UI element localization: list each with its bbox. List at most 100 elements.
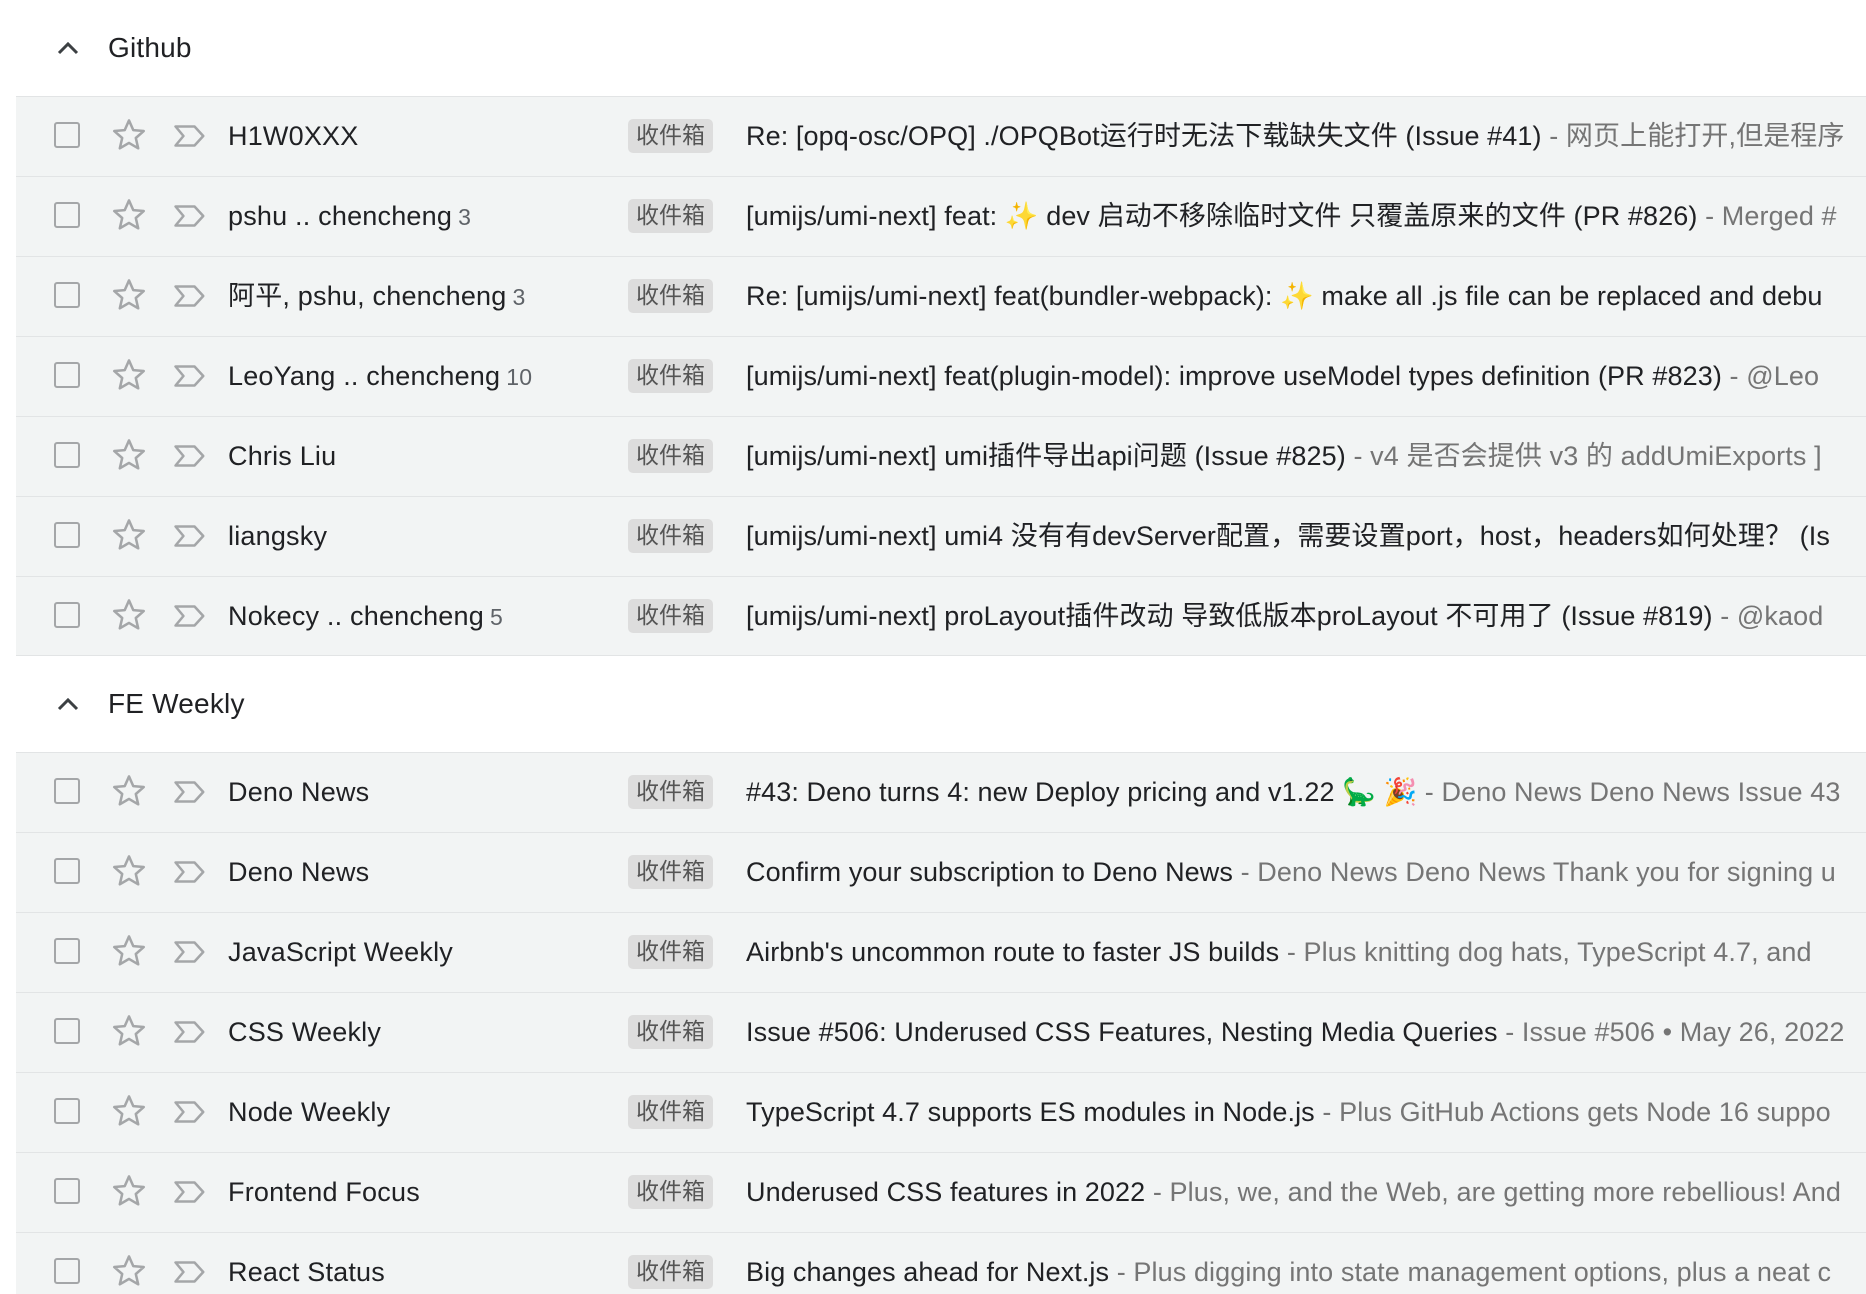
sender-name: JavaScript Weekly <box>228 913 453 991</box>
checkbox-icon[interactable] <box>54 602 80 628</box>
mail-row[interactable]: LeoYang .. chencheng 10 收件箱 [umijs/umi-ne… <box>16 336 1866 416</box>
important-marker-icon[interactable] <box>170 773 208 811</box>
checkbox-icon[interactable] <box>54 122 80 148</box>
checkbox-icon[interactable] <box>54 778 80 804</box>
mail-row[interactable]: liangsky 收件箱 [umijs/umi-next] umi4 没有有de… <box>16 496 1866 576</box>
sender-text: Deno News <box>228 777 370 807</box>
section-header: Github <box>0 0 1866 96</box>
mail-row[interactable]: Nokecy .. chencheng 5 收件箱 [umijs/umi-next… <box>16 576 1866 656</box>
snippet-text: - Deno News Deno News Issue 43 <box>1417 777 1841 807</box>
important-marker-icon[interactable] <box>170 933 208 971</box>
checkbox-icon[interactable] <box>54 362 80 388</box>
checkbox-icon[interactable] <box>54 1258 80 1284</box>
star-outline-icon[interactable] <box>110 1172 148 1210</box>
inbox-label-badge[interactable]: 收件箱 <box>628 599 713 633</box>
snippet-text: - Merged # <box>1697 201 1837 231</box>
mail-row[interactable]: JavaScript Weekly 收件箱 Airbnb's uncommon … <box>16 912 1866 992</box>
subject-text: Issue #506: Underused CSS Features, Nest… <box>746 1017 1498 1047</box>
important-marker-icon[interactable] <box>170 117 208 155</box>
checkbox-icon[interactable] <box>54 1178 80 1204</box>
important-marker-icon[interactable] <box>170 1253 208 1291</box>
star-outline-icon[interactable] <box>110 516 148 554</box>
collapse-section-button[interactable] <box>48 684 88 724</box>
inbox-label-badge[interactable]: 收件箱 <box>628 855 713 889</box>
inbox-label-badge[interactable]: 收件箱 <box>628 199 713 233</box>
checkbox-icon[interactable] <box>54 1018 80 1044</box>
inbox-label-badge[interactable]: 收件箱 <box>628 1175 713 1209</box>
snippet-text: - Plus GitHub Actions gets Node 16 suppo <box>1314 1097 1831 1127</box>
star-outline-icon[interactable] <box>110 1252 148 1290</box>
star-outline-icon[interactable] <box>110 436 148 474</box>
thread-count: 3 <box>512 284 526 310</box>
mail-row[interactable]: H1W0XXX 收件箱 Re: [opq-osc/OPQ] ./OPQBot运行… <box>16 96 1866 176</box>
checkbox-icon[interactable] <box>54 938 80 964</box>
sender-text: CSS Weekly <box>228 1017 382 1047</box>
subject-text: Underused CSS features in 2022 <box>746 1177 1146 1207</box>
star-outline-icon[interactable] <box>110 1012 148 1050</box>
important-marker-icon[interactable] <box>170 357 208 395</box>
subject-line: Re: [umijs/umi-next] feat(bundler-webpac… <box>746 257 1822 335</box>
checkbox-icon[interactable] <box>54 442 80 468</box>
subject-line: [umijs/umi-next] feat(plugin-model): imp… <box>746 337 1819 415</box>
subject-line: Confirm your subscription to Deno News -… <box>746 833 1836 911</box>
star-outline-icon[interactable] <box>110 932 148 970</box>
star-outline-icon[interactable] <box>110 596 148 634</box>
mail-row[interactable]: Deno News 收件箱 #43: Deno turns 4: new Dep… <box>16 752 1866 832</box>
mail-row[interactable]: Deno News 收件箱 Confirm your subscription … <box>16 832 1866 912</box>
subject-line: [umijs/umi-next] feat: ✨ dev 启动不移除临时文件 只… <box>746 177 1837 255</box>
star-outline-icon[interactable] <box>110 772 148 810</box>
section-rows: Deno News 收件箱 #43: Deno turns 4: new Dep… <box>0 752 1866 1294</box>
star-outline-icon[interactable] <box>110 852 148 890</box>
checkbox-icon[interactable] <box>54 522 80 548</box>
mail-row[interactable]: Frontend Focus 收件箱 Underused CSS feature… <box>16 1152 1866 1232</box>
chevron-up-icon <box>56 36 80 60</box>
important-marker-icon[interactable] <box>170 853 208 891</box>
mail-row[interactable]: Chris Liu 收件箱 [umijs/umi-next] umi插件导出ap… <box>16 416 1866 496</box>
checkbox-icon[interactable] <box>54 858 80 884</box>
inbox-label-badge[interactable]: 收件箱 <box>628 119 713 153</box>
inbox-label-badge[interactable]: 收件箱 <box>628 279 713 313</box>
sender-name: Frontend Focus <box>228 1153 420 1231</box>
inbox-label-badge[interactable]: 收件箱 <box>628 1015 713 1049</box>
subject-line: Airbnb's uncommon route to faster JS bui… <box>746 913 1812 991</box>
mail-row[interactable]: 阿平, pshu, chencheng 3 收件箱 Re: [umijs/umi-… <box>16 256 1866 336</box>
thread-count: 5 <box>489 604 503 630</box>
star-outline-icon[interactable] <box>110 276 148 314</box>
important-marker-icon[interactable] <box>170 1013 208 1051</box>
important-marker-icon[interactable] <box>170 437 208 475</box>
collapse-section-button[interactable] <box>48 28 88 68</box>
important-marker-icon[interactable] <box>170 517 208 555</box>
checkbox-icon[interactable] <box>54 1098 80 1124</box>
important-marker-icon[interactable] <box>170 1093 208 1131</box>
inbox-label-badge[interactable]: 收件箱 <box>628 359 713 393</box>
section-title[interactable]: FE Weekly <box>108 688 245 720</box>
sender-text: Deno News <box>228 857 370 887</box>
checkbox-icon[interactable] <box>54 202 80 228</box>
mail-row[interactable]: React Status 收件箱 Big changes ahead for N… <box>16 1232 1866 1294</box>
inbox-label-badge[interactable]: 收件箱 <box>628 935 713 969</box>
mail-row[interactable]: CSS Weekly 收件箱 Issue #506: Underused CSS… <box>16 992 1866 1072</box>
mail-row[interactable]: Node Weekly 收件箱 TypeScript 4.7 supports … <box>16 1072 1866 1152</box>
inbox-label-badge[interactable]: 收件箱 <box>628 1255 713 1289</box>
inbox-label-badge[interactable]: 收件箱 <box>628 519 713 553</box>
important-marker-icon[interactable] <box>170 277 208 315</box>
inbox-label-badge[interactable]: 收件箱 <box>628 439 713 473</box>
star-outline-icon[interactable] <box>110 196 148 234</box>
important-marker-icon[interactable] <box>170 197 208 235</box>
checkbox-icon[interactable] <box>54 282 80 308</box>
mail-row[interactable]: pshu .. chencheng 3 收件箱 [umijs/umi-next] … <box>16 176 1866 256</box>
important-marker-icon[interactable] <box>170 1173 208 1211</box>
sender-name: Nokecy .. chencheng 5 <box>228 577 503 655</box>
important-marker-icon[interactable] <box>170 597 208 635</box>
star-outline-icon[interactable] <box>110 356 148 394</box>
snippet-text: - Plus, we, and the Web, are getting mor… <box>1145 1177 1841 1207</box>
inbox-label-badge[interactable]: 收件箱 <box>628 1095 713 1129</box>
subject-text: Re: [opq-osc/OPQ] ./OPQBot运行时无法下载缺失文件 (I… <box>746 121 1542 151</box>
section-title[interactable]: Github <box>108 32 192 64</box>
inbox-label-badge[interactable]: 收件箱 <box>628 775 713 809</box>
sender-name: liangsky <box>228 497 327 575</box>
star-outline-icon[interactable] <box>110 1092 148 1130</box>
mail-section: Github H1W0XXX 收件箱 Re: [opq-osc/OPQ] ./O… <box>0 0 1866 656</box>
star-outline-icon[interactable] <box>110 116 148 154</box>
sender-text: pshu .. chencheng <box>228 201 453 231</box>
